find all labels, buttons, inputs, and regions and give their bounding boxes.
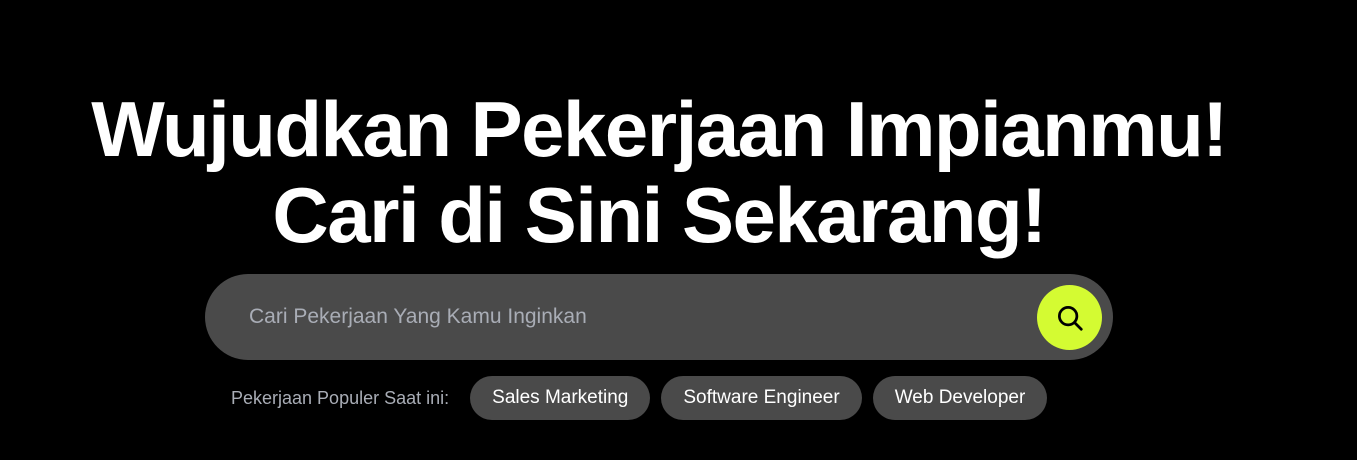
search-button[interactable] <box>1037 285 1102 350</box>
search-input[interactable] <box>235 274 1025 360</box>
headline-line-2: Cari di Sini Sekarang! <box>272 171 1047 259</box>
hero-section: Wujudkan Pekerjaan Impianmu! Cari di Sin… <box>0 0 1357 460</box>
popular-jobs-label: Pekerjaan Populer Saat ini: <box>231 387 450 408</box>
popular-job-chip-software-engineer[interactable]: Software Engineer <box>661 376 862 420</box>
popular-jobs: Pekerjaan Populer Saat ini: Sales Market… <box>231 376 1058 420</box>
search-icon <box>1057 305 1083 331</box>
hero-headline: Wujudkan Pekerjaan Impianmu! Cari di Sin… <box>0 86 1318 258</box>
headline-line-1: Wujudkan Pekerjaan Impianmu! <box>91 85 1228 173</box>
search-bar <box>205 274 1113 360</box>
popular-job-chip-web-developer[interactable]: Web Developer <box>872 376 1048 420</box>
popular-job-chip-sales-marketing[interactable]: Sales Marketing <box>470 376 651 420</box>
